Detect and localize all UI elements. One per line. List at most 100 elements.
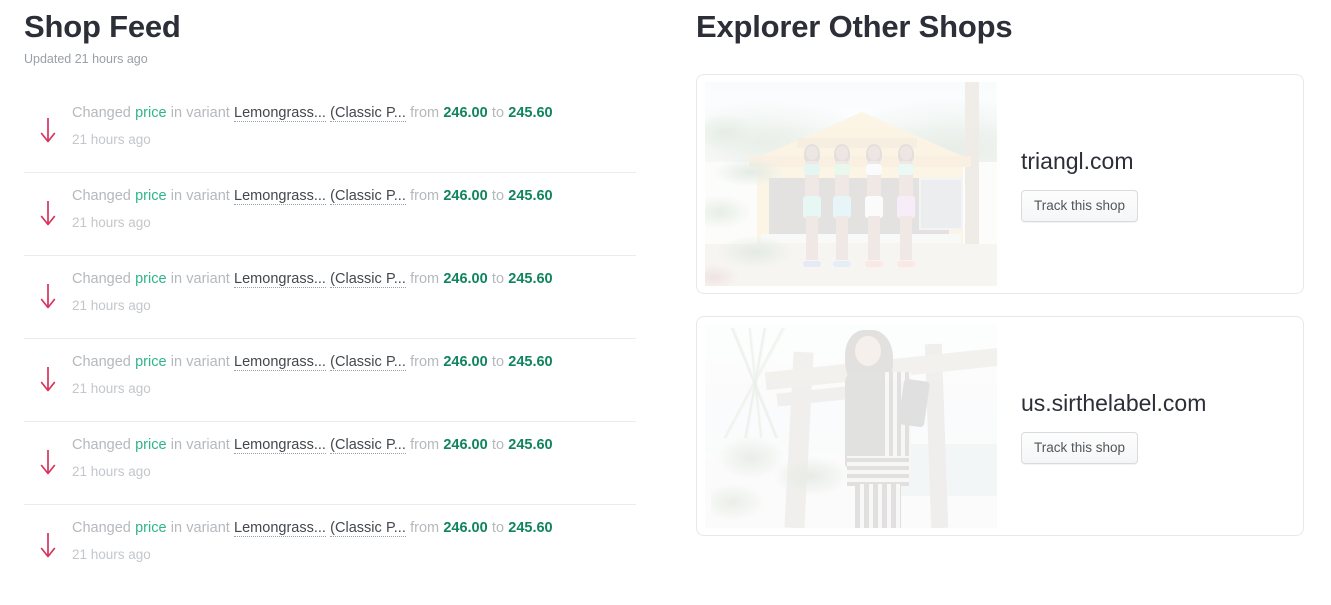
change-prefix: Changed — [72, 437, 131, 453]
changed-field: price — [135, 354, 167, 370]
variant-product[interactable]: (Classic P... — [330, 271, 406, 288]
price-to: 245.60 — [508, 520, 553, 536]
list-item-body: Changed price in variant Lemongrass... (… — [72, 349, 636, 399]
timestamp: 21 hours ago — [72, 215, 151, 230]
variant-product[interactable]: (Classic P... — [330, 188, 406, 205]
from-label: from — [410, 437, 440, 453]
change-mid: in variant — [170, 437, 230, 453]
variant-product[interactable]: (Classic P... — [330, 437, 406, 454]
variant-name[interactable]: Lemongrass... — [234, 105, 326, 122]
to-label: to — [491, 354, 505, 370]
to-label: to — [491, 437, 505, 453]
arrow-down-icon — [24, 114, 72, 146]
change-prefix: Changed — [72, 520, 131, 536]
shop-card[interactable]: us.sirthelabel.com Track this shop — [696, 316, 1304, 536]
list-item[interactable]: Changed price in variant Lemongrass... (… — [24, 172, 636, 255]
list-item-body: Changed price in variant Lemongrass... (… — [72, 183, 636, 233]
change-mid: in variant — [170, 354, 230, 370]
variant-product[interactable]: (Classic P... — [330, 520, 406, 537]
price-to: 245.60 — [508, 271, 553, 287]
feed-updated-label: Updated 21 hours ago — [24, 52, 148, 66]
explorer-title: Explorer Other Shops — [696, 9, 1013, 44]
shop-thumbnail-wrap — [697, 75, 997, 293]
change-prefix: Changed — [72, 271, 131, 287]
change-description: Changed price in variant Lemongrass... (… — [72, 267, 636, 292]
change-description: Changed price in variant Lemongrass... (… — [72, 433, 636, 458]
list-item-body: Changed price in variant Lemongrass... (… — [72, 432, 636, 482]
shop-info: us.sirthelabel.com Track this shop — [997, 317, 1303, 535]
timestamp: 21 hours ago — [72, 464, 151, 479]
price-from: 246.00 — [443, 520, 488, 536]
shop-thumbnail-wrap — [697, 317, 997, 535]
shop-card-list: triangl.com Track this shop us.sirthelab… — [660, 74, 1331, 536]
shop-card[interactable]: triangl.com Track this shop — [696, 74, 1304, 294]
changed-field: price — [135, 105, 167, 121]
list-item[interactable]: Changed price in variant Lemongrass... (… — [24, 504, 636, 587]
shop-feed-header: Shop Feed Updated 21 hours ago — [0, 0, 660, 68]
variant-name[interactable]: Lemongrass... — [234, 437, 326, 454]
beach-shack-photo — [705, 82, 997, 286]
variant-product[interactable]: (Classic P... — [330, 354, 406, 371]
arrow-down-icon — [24, 446, 72, 478]
timestamp: 21 hours ago — [72, 381, 151, 396]
arrow-down-icon — [24, 363, 72, 395]
price-from: 246.00 — [443, 437, 488, 453]
change-mid: in variant — [170, 520, 230, 536]
changed-field: price — [135, 437, 167, 453]
shop-domain: us.sirthelabel.com — [1021, 390, 1207, 416]
explorer-header: Explorer Other Shops — [660, 0, 1331, 46]
price-to: 245.60 — [508, 354, 553, 370]
model-by-posts-photo — [705, 324, 997, 528]
from-label: from — [410, 520, 440, 536]
price-to: 245.60 — [508, 105, 553, 121]
shop-feed-column: Shop Feed Updated 21 hours ago Changed p… — [0, 0, 660, 605]
change-mid: in variant — [170, 271, 230, 287]
price-to: 245.60 — [508, 188, 553, 204]
price-to: 245.60 — [508, 437, 553, 453]
list-item-body: Changed price in variant Lemongrass... (… — [72, 515, 636, 565]
change-mid: in variant — [170, 105, 230, 121]
changed-field: price — [135, 271, 167, 287]
price-from: 246.00 — [443, 354, 488, 370]
to-label: to — [491, 271, 505, 287]
variant-name[interactable]: Lemongrass... — [234, 520, 326, 537]
track-shop-button[interactable]: Track this shop — [1021, 190, 1139, 222]
variant-product[interactable]: (Classic P... — [330, 105, 406, 122]
list-item-body: Changed price in variant Lemongrass... (… — [72, 100, 636, 150]
change-description: Changed price in variant Lemongrass... (… — [72, 184, 636, 209]
list-item[interactable]: Changed price in variant Lemongrass... (… — [24, 90, 636, 172]
change-description: Changed price in variant Lemongrass... (… — [72, 350, 636, 375]
list-item-body: Changed price in variant Lemongrass... (… — [72, 266, 636, 316]
from-label: from — [410, 188, 440, 204]
list-item[interactable]: Changed price in variant Lemongrass... (… — [24, 338, 636, 421]
variant-name[interactable]: Lemongrass... — [234, 354, 326, 371]
changed-field: price — [135, 188, 167, 204]
arrow-down-icon — [24, 529, 72, 561]
change-prefix: Changed — [72, 188, 131, 204]
timestamp: 21 hours ago — [72, 132, 151, 147]
change-mid: in variant — [170, 188, 230, 204]
from-label: from — [410, 271, 440, 287]
track-shop-button[interactable]: Track this shop — [1021, 432, 1139, 464]
to-label: to — [491, 188, 505, 204]
from-label: from — [410, 105, 440, 121]
arrow-down-icon — [24, 197, 72, 229]
list-item[interactable]: Changed price in variant Lemongrass... (… — [24, 421, 636, 504]
change-prefix: Changed — [72, 354, 131, 370]
variant-name[interactable]: Lemongrass... — [234, 188, 326, 205]
to-label: to — [491, 105, 505, 121]
shop-domain: triangl.com — [1021, 148, 1134, 174]
variant-name[interactable]: Lemongrass... — [234, 271, 326, 288]
list-item[interactable]: Changed price in variant Lemongrass... (… — [24, 255, 636, 338]
timestamp: 21 hours ago — [72, 547, 151, 562]
shop-preview-artwork — [705, 324, 997, 528]
price-from: 246.00 — [443, 271, 488, 287]
change-description: Changed price in variant Lemongrass... (… — [72, 516, 636, 541]
arrow-down-icon — [24, 280, 72, 312]
explorer-column: Explorer Other Shops triangl.com Track t… — [660, 0, 1331, 605]
timestamp: 21 hours ago — [72, 298, 151, 313]
change-prefix: Changed — [72, 105, 131, 121]
shop-info: triangl.com Track this shop — [997, 75, 1303, 293]
shop-feed-page: Shop Feed Updated 21 hours ago Changed p… — [0, 0, 1331, 605]
to-label: to — [491, 520, 505, 536]
